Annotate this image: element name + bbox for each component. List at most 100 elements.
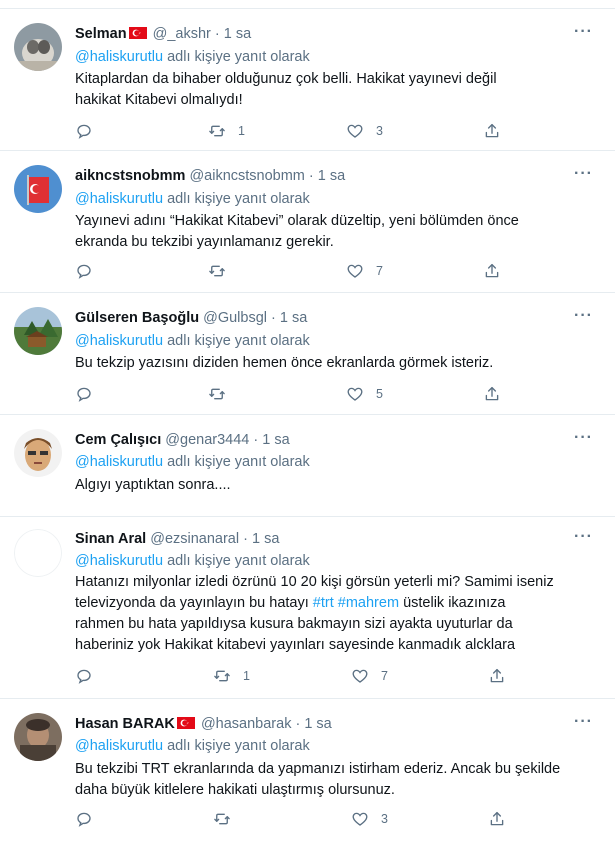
mention-link[interactable]: @haliskurutlu xyxy=(75,191,163,207)
tweet-text: Algıyı yaptıktan sonra.... xyxy=(75,477,231,493)
more-icon[interactable]: ··· xyxy=(574,713,593,731)
reply-button[interactable] xyxy=(75,810,93,828)
author-handle[interactable]: @_akshr xyxy=(153,26,211,42)
like-count: 3 xyxy=(381,812,388,826)
like-icon xyxy=(346,385,364,403)
hashtag-link[interactable]: #trt xyxy=(313,595,334,611)
like-button[interactable]: 3 xyxy=(346,122,383,140)
author-name[interactable]: aikncstsnobmm xyxy=(75,168,185,184)
reply-context: @haliskurutlu adlı kişiye yanıt olarak xyxy=(75,553,310,569)
tweet[interactable]: Hasan BARAK @hasanbarak · 1 sa ··· @hali… xyxy=(0,698,615,844)
tweet[interactable]: Cem Çalışıcı @genar3444 · 1 sa ··· @hali… xyxy=(0,414,615,515)
retweet-icon xyxy=(213,667,231,685)
author-handle[interactable]: @ezsinanaral xyxy=(150,531,239,547)
author-handle[interactable]: @Gulbsgl xyxy=(203,310,267,326)
avatar[interactable] xyxy=(14,165,62,213)
reply-icon xyxy=(75,122,93,140)
reply-prefix: adlı kişiye yanıt olarak xyxy=(167,191,310,207)
tweet-header: Hasan BARAK @hasanbarak · 1 sa xyxy=(75,716,332,732)
reply-context: @haliskurutlu adlı kişiye yanıt olarak xyxy=(75,191,310,207)
more-icon[interactable]: ··· xyxy=(574,429,593,447)
tweet-time[interactable]: · 1 sa xyxy=(271,310,307,326)
mention-link[interactable]: @haliskurutlu xyxy=(75,49,163,65)
reply-button[interactable] xyxy=(75,385,93,403)
reply-context: @haliskurutlu adlı kişiye yanıt olarak xyxy=(75,738,310,754)
like-count: 7 xyxy=(376,264,383,278)
tweet-actions: 1 3 xyxy=(75,122,515,144)
tweet-actions: 3 xyxy=(75,810,515,832)
author-handle[interactable]: @genar3444 xyxy=(165,432,249,448)
mention-link[interactable]: @haliskurutlu xyxy=(75,454,163,470)
tweet-time[interactable]: · 1 sa xyxy=(215,26,251,42)
share-button[interactable] xyxy=(488,810,506,828)
reply-context: @haliskurutlu adlı kişiye yanıt olarak xyxy=(75,49,310,65)
share-icon xyxy=(488,810,506,828)
share-icon xyxy=(483,262,501,280)
like-button[interactable]: 7 xyxy=(351,667,388,685)
author-name[interactable]: Gülseren Başoğlu xyxy=(75,310,199,326)
like-button[interactable]: 5 xyxy=(346,385,383,403)
reply-prefix: adlı kişiye yanıt olarak xyxy=(167,738,310,754)
tweet-time[interactable]: · 1 sa xyxy=(243,531,279,547)
retweet-button[interactable]: 1 xyxy=(208,122,245,140)
reply-prefix: adlı kişiye yanıt olarak xyxy=(167,333,310,349)
retweet-button[interactable] xyxy=(208,262,238,280)
like-button[interactable]: 7 xyxy=(346,262,383,280)
author-name[interactable]: Hasan BARAK xyxy=(75,716,175,732)
reply-button[interactable] xyxy=(75,122,93,140)
tweet-actions: 7 xyxy=(75,262,515,284)
tweet-time[interactable]: · 1 sa xyxy=(253,432,289,448)
turkish-flag-icon xyxy=(176,717,195,729)
like-count: 3 xyxy=(376,124,383,138)
more-icon[interactable]: ··· xyxy=(574,23,593,41)
tweet[interactable]: Sinan Aral @ezsinanaral · 1 sa ··· @hali… xyxy=(0,516,615,697)
tweet-header: Sinan Aral @ezsinanaral · 1 sa xyxy=(75,531,279,547)
reply-icon xyxy=(75,385,93,403)
tweet[interactable]: Gülseren Başoğlu @Gulbsgl · 1 sa ··· @ha… xyxy=(0,292,615,414)
tweet-header: aikncstsnobmm @aikncstsnobmm · 1 sa xyxy=(75,168,345,184)
tweet-header: Gülseren Başoğlu @Gulbsgl · 1 sa xyxy=(75,310,307,326)
avatar[interactable] xyxy=(14,529,62,577)
like-count: 7 xyxy=(381,669,388,683)
share-icon xyxy=(483,122,501,140)
retweet-button[interactable]: 1 xyxy=(213,667,250,685)
avatar[interactable] xyxy=(14,307,62,355)
share-button[interactable] xyxy=(483,262,501,280)
author-name[interactable]: Selman xyxy=(75,26,127,42)
author-name[interactable]: Sinan Aral xyxy=(75,531,146,547)
author-handle[interactable]: @hasanbarak xyxy=(201,716,292,732)
avatar[interactable] xyxy=(14,429,62,477)
share-button[interactable] xyxy=(483,122,501,140)
reply-button[interactable] xyxy=(75,667,93,685)
retweet-button[interactable] xyxy=(208,385,238,403)
tweet-time[interactable]: · 1 sa xyxy=(295,716,331,732)
share-button[interactable] xyxy=(483,385,501,403)
retweet-count: 1 xyxy=(238,124,245,138)
mention-link[interactable]: @haliskurutlu xyxy=(75,333,163,349)
tweet-text: Yayınevi adını “Hakikat Kitabevi” olarak… xyxy=(75,213,519,250)
author-name[interactable]: Cem Çalışıcı xyxy=(75,432,161,448)
reply-icon xyxy=(75,667,93,685)
mention-link[interactable]: @haliskurutlu xyxy=(75,553,163,569)
retweet-icon xyxy=(208,122,226,140)
reply-context: @haliskurutlu adlı kişiye yanıt olarak xyxy=(75,333,310,349)
share-button[interactable] xyxy=(488,667,506,685)
more-icon[interactable]: ··· xyxy=(574,307,593,325)
mention-link[interactable]: @haliskurutlu xyxy=(75,738,163,754)
author-handle[interactable]: @aikncstsnobmm xyxy=(189,168,304,184)
more-icon[interactable]: ··· xyxy=(574,528,593,546)
avatar[interactable] xyxy=(14,713,62,761)
reply-prefix: adlı kişiye yanıt olarak xyxy=(167,454,310,470)
more-icon[interactable]: ··· xyxy=(574,165,593,183)
like-icon xyxy=(351,810,369,828)
tweet-text: Bu tekzip yazısını diziden hemen önce ek… xyxy=(75,355,494,371)
reply-button[interactable] xyxy=(75,262,93,280)
hashtag-link[interactable]: #mahrem xyxy=(338,595,399,611)
avatar[interactable] xyxy=(14,23,62,71)
tweet-time[interactable]: · 1 sa xyxy=(309,168,345,184)
tweet[interactable]: Selman @_akshr · 1 sa ··· @haliskurutlu … xyxy=(0,8,615,146)
like-button[interactable]: 3 xyxy=(351,810,388,828)
retweet-icon xyxy=(208,262,226,280)
tweet[interactable]: aikncstsnobmm @aikncstsnobmm · 1 sa ··· … xyxy=(0,150,615,291)
retweet-button[interactable] xyxy=(213,810,243,828)
